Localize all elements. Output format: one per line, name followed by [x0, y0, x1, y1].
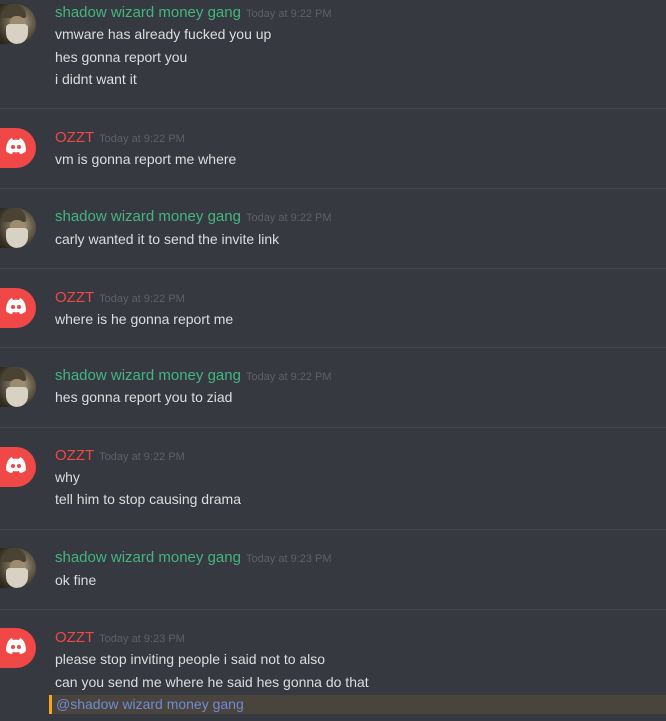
wizard-avatar-icon[interactable]: [0, 548, 36, 588]
message-text: i didnt want it: [55, 71, 137, 87]
user-mention[interactable]: @shadow wizard money gang: [56, 696, 244, 712]
username[interactable]: shadow wizard money gang: [55, 208, 241, 225]
message-text: hes gonna report you: [55, 49, 188, 65]
discord-avatar-icon[interactable]: [0, 628, 36, 668]
timestamp: Today at 9:22 PM: [245, 371, 332, 383]
message-text: hes gonna report you to ziad: [55, 389, 233, 405]
username[interactable]: OZZT: [55, 129, 94, 146]
discord-avatar-icon[interactable]: [0, 128, 36, 168]
discord-avatar-icon[interactable]: [0, 447, 36, 487]
message-text: tell him to stop causing drama: [55, 491, 241, 507]
message-header: OZZT Today at 9:22 PM: [55, 289, 185, 307]
message-text: vm is gonna report me where: [55, 151, 237, 167]
message-group: shadow wizard money gang Today at 9:22 PM…: [0, 188, 666, 268]
wizard-avatar-icon[interactable]: [0, 208, 36, 248]
message-group: OZZT Today at 9:22 PM why tell him to sto…: [0, 427, 666, 529]
message-header: OZZT Today at 9:23 PM: [55, 629, 185, 647]
message-text: please stop inviting people i said not t…: [55, 651, 326, 667]
message-text: ok fine: [55, 572, 97, 588]
username[interactable]: shadow wizard money gang: [55, 367, 241, 384]
username[interactable]: OZZT: [55, 447, 94, 464]
timestamp: Today at 9:23 PM: [245, 553, 332, 565]
message-text: can you send me where he said hes gonna …: [55, 674, 369, 690]
username[interactable]: OZZT: [55, 629, 94, 646]
message-text: carly wanted it to send the invite link: [55, 231, 280, 247]
message-group: shadow wizard money gang Today at 9:22 PM…: [0, 347, 666, 427]
message-header: shadow wizard money gang Today at 9:22 PM: [55, 4, 332, 22]
message-header: shadow wizard money gang Today at 9:23 PM: [55, 549, 332, 567]
timestamp: Today at 9:22 PM: [99, 451, 185, 463]
message-header: shadow wizard money gang Today at 9:22 PM: [55, 208, 332, 226]
message-group: OZZT Today at 9:22 PM where is he gonna r…: [0, 268, 666, 348]
message-header: shadow wizard money gang Today at 9:22 PM: [55, 367, 332, 385]
timestamp: Today at 9:23 PM: [99, 633, 185, 645]
username[interactable]: OZZT: [55, 289, 94, 306]
message-header: OZZT Today at 9:22 PM: [55, 129, 185, 147]
wizard-avatar-icon[interactable]: [0, 367, 36, 407]
message-header: OZZT Today at 9:22 PM: [55, 447, 185, 465]
wizard-avatar-icon[interactable]: [0, 4, 36, 44]
message-group: shadow wizard money gang Today at 9:23 PM…: [0, 529, 666, 609]
message-text: vmware has already fucked you up: [55, 26, 272, 42]
message-text: where is he gonna report me: [55, 311, 234, 327]
message-group: shadow wizard money gang Today at 9:22 PM…: [0, 0, 666, 105]
timestamp: Today at 9:22 PM: [99, 293, 185, 305]
message-text: why: [55, 469, 80, 485]
timestamp: Today at 9:22 PM: [245, 212, 332, 224]
timestamp: Today at 9:22 PM: [245, 8, 332, 20]
username[interactable]: shadow wizard money gang: [55, 4, 241, 21]
mention-highlight: @shadow wizard money gang: [49, 695, 666, 714]
timestamp: Today at 9:22 PM: [99, 133, 185, 145]
discord-avatar-icon[interactable]: [0, 288, 36, 328]
message-group: OZZT Today at 9:22 PM vm is gonna report …: [0, 108, 666, 188]
username[interactable]: shadow wizard money gang: [55, 549, 241, 566]
